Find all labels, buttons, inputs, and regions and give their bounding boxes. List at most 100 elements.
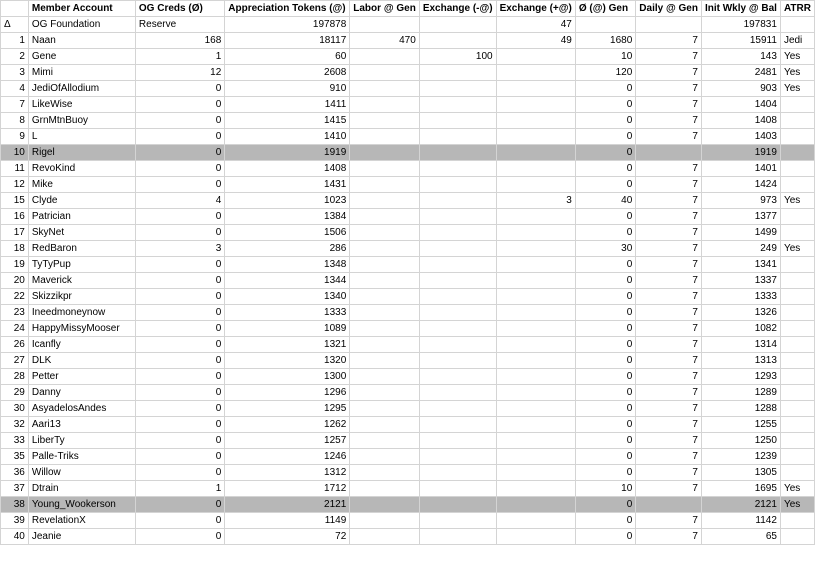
labor-gen-cell[interactable] (349, 464, 420, 481)
daily-gen-cell[interactable]: 7 (635, 480, 702, 497)
index-cell[interactable]: 36 (0, 464, 29, 481)
og-creds-cell[interactable]: 0 (134, 80, 226, 97)
header-cell[interactable]: Exchange (-@) (418, 0, 497, 17)
daily-gen-cell[interactable]: 7 (635, 112, 702, 129)
atrr-cell[interactable] (779, 176, 815, 193)
daily-gen-cell[interactable]: 7 (635, 384, 702, 401)
og-creds-cell[interactable]: 0 (134, 368, 226, 385)
atrr-cell[interactable] (779, 448, 815, 465)
init-weekly-balance-cell[interactable]: 1289 (700, 384, 781, 401)
index-cell[interactable]: 7 (0, 96, 29, 113)
zero-gen-cell[interactable]: 0 (574, 304, 637, 321)
daily-gen-cell[interactable]: 7 (635, 208, 702, 225)
appreciation-tokens-cell[interactable]: 1312 (224, 464, 351, 481)
exchange-plus-cell[interactable] (495, 320, 576, 337)
header-cell[interactable]: Exchange (+@) (495, 0, 576, 17)
exchange-minus-cell[interactable] (418, 160, 497, 177)
appreciation-tokens-cell[interactable]: 1321 (224, 336, 351, 353)
exchange-plus-cell[interactable] (495, 160, 576, 177)
init-weekly-balance-cell[interactable]: 903 (700, 80, 781, 97)
exchange-minus-cell[interactable] (418, 416, 497, 433)
appreciation-tokens-cell[interactable]: 1408 (224, 160, 351, 177)
exchange-plus-cell[interactable] (495, 208, 576, 225)
init-weekly-balance-cell[interactable]: 1288 (700, 400, 781, 417)
labor-gen-cell[interactable] (349, 432, 420, 449)
atrr-cell[interactable] (779, 528, 815, 545)
zero-gen-cell[interactable]: 0 (574, 400, 637, 417)
daily-gen-cell[interactable]: 7 (635, 128, 702, 145)
index-cell[interactable]: 23 (0, 304, 29, 321)
init-weekly-balance-cell[interactable]: 143 (700, 48, 781, 65)
init-weekly-balance-cell[interactable]: 1333 (700, 288, 781, 305)
labor-gen-cell[interactable] (349, 400, 420, 417)
labor-gen-cell[interactable]: 470 (349, 32, 420, 49)
member-name-cell[interactable]: DLK (27, 352, 136, 369)
exchange-plus-cell[interactable] (495, 224, 576, 241)
init-weekly-balance-cell[interactable]: 1404 (700, 96, 781, 113)
exchange-minus-cell[interactable] (418, 352, 497, 369)
header-cell[interactable] (0, 0, 29, 17)
zero-gen-cell[interactable]: 10 (574, 480, 637, 497)
exchange-plus-cell[interactable] (495, 256, 576, 273)
daily-gen-cell[interactable]: 7 (635, 64, 702, 81)
exchange-minus-cell[interactable] (418, 432, 497, 449)
appreciation-tokens-cell[interactable]: 1149 (224, 512, 351, 529)
og-creds-cell[interactable]: 0 (134, 224, 226, 241)
labor-gen-cell[interactable] (349, 496, 420, 513)
member-name-cell[interactable]: Icanfly (27, 336, 136, 353)
atrr-cell[interactable] (779, 464, 815, 481)
daily-gen-cell[interactable] (635, 144, 702, 161)
atrr-cell[interactable] (779, 336, 815, 353)
init-weekly-balance-cell[interactable]: 1082 (700, 320, 781, 337)
daily-gen-cell[interactable]: 7 (635, 224, 702, 241)
og-creds-cell[interactable]: 0 (134, 160, 226, 177)
daily-gen-cell[interactable]: 7 (635, 240, 702, 257)
og-creds-cell[interactable]: 0 (134, 256, 226, 273)
atrr-cell[interactable] (779, 16, 815, 33)
exchange-plus-cell[interactable] (495, 96, 576, 113)
og-creds-cell[interactable]: 0 (134, 304, 226, 321)
member-name-cell[interactable]: Clyde (27, 192, 136, 209)
exchange-minus-cell[interactable] (418, 400, 497, 417)
zero-gen-cell[interactable]: 0 (574, 96, 637, 113)
member-name-cell[interactable]: Naan (27, 32, 136, 49)
header-cell[interactable]: ATRR (779, 0, 815, 17)
atrr-cell[interactable] (779, 320, 815, 337)
atrr-cell[interactable] (779, 432, 815, 449)
exchange-minus-cell[interactable] (418, 240, 497, 257)
init-weekly-balance-cell[interactable]: 2481 (700, 64, 781, 81)
zero-gen-cell[interactable] (574, 16, 637, 33)
atrr-cell[interactable] (779, 208, 815, 225)
daily-gen-cell[interactable]: 7 (635, 336, 702, 353)
index-cell[interactable]: 3 (0, 64, 29, 81)
exchange-minus-cell[interactable] (418, 128, 497, 145)
member-name-cell[interactable]: LikeWise (27, 96, 136, 113)
atrr-cell[interactable] (779, 272, 815, 289)
labor-gen-cell[interactable] (349, 384, 420, 401)
daily-gen-cell[interactable]: 7 (635, 176, 702, 193)
index-cell[interactable]: 29 (0, 384, 29, 401)
appreciation-tokens-cell[interactable]: 1262 (224, 416, 351, 433)
init-weekly-balance-cell[interactable]: 1403 (700, 128, 781, 145)
og-creds-cell[interactable]: Reserve (134, 16, 226, 33)
og-creds-cell[interactable]: 0 (134, 272, 226, 289)
exchange-minus-cell[interactable] (418, 256, 497, 273)
atrr-cell[interactable]: Yes (779, 496, 815, 513)
labor-gen-cell[interactable] (349, 80, 420, 97)
index-cell[interactable]: 16 (0, 208, 29, 225)
daily-gen-cell[interactable]: 7 (635, 512, 702, 529)
index-cell[interactable]: 39 (0, 512, 29, 529)
appreciation-tokens-cell[interactable]: 2608 (224, 64, 351, 81)
og-creds-cell[interactable]: 0 (134, 464, 226, 481)
exchange-minus-cell[interactable] (418, 480, 497, 497)
zero-gen-cell[interactable]: 40 (574, 192, 637, 209)
atrr-cell[interactable]: Jedi (779, 32, 815, 49)
exchange-plus-cell[interactable] (495, 400, 576, 417)
member-name-cell[interactable]: Willow (27, 464, 136, 481)
labor-gen-cell[interactable] (349, 144, 420, 161)
exchange-plus-cell[interactable] (495, 80, 576, 97)
exchange-plus-cell[interactable] (495, 352, 576, 369)
zero-gen-cell[interactable]: 0 (574, 272, 637, 289)
og-creds-cell[interactable]: 12 (134, 64, 226, 81)
atrr-cell[interactable] (779, 416, 815, 433)
